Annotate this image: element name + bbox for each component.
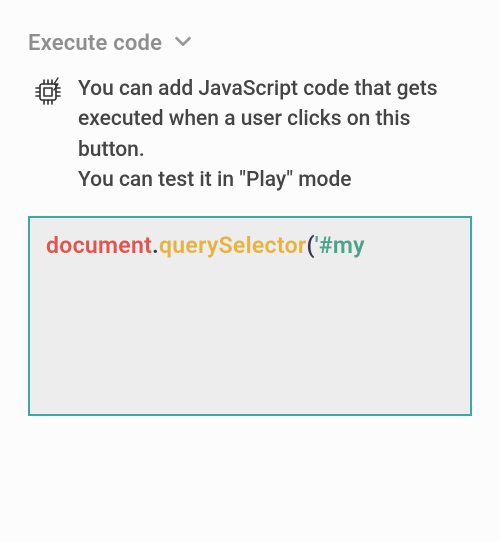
hint-line-1: You can add JavaScript code that gets ex… (78, 77, 438, 162)
section-title: Execute code (28, 31, 162, 56)
hint-row: You can add JavaScript code that gets ex… (28, 74, 472, 196)
execute-code-header[interactable]: Execute code (28, 30, 472, 56)
code-token-paren: ( (306, 232, 314, 259)
hint-text: You can add JavaScript code that gets ex… (78, 74, 472, 196)
code-editor[interactable]: document.querySelector('#my (28, 216, 472, 416)
code-token-string: '#my (315, 232, 365, 259)
hint-line-2: You can test it in "Play" mode (78, 168, 352, 192)
code-token-ident: document (46, 232, 152, 259)
code-token-dot: . (152, 232, 159, 259)
code-token-method: querySelector (159, 232, 307, 259)
chevron-down-icon (172, 30, 194, 56)
cpu-bolt-icon (32, 74, 64, 112)
